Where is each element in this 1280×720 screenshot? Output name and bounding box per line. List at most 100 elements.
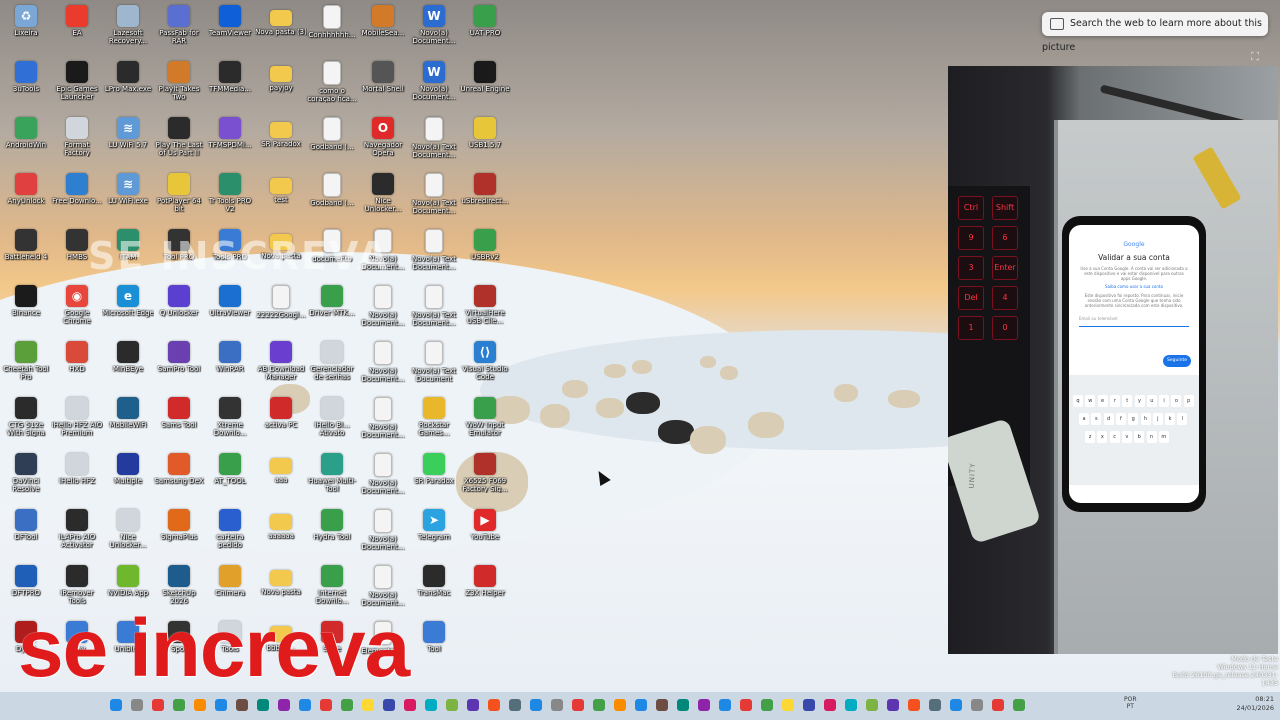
desktop-icon[interactable]: Play The Last of Us Part II — [153, 114, 205, 170]
desktop-icon[interactable]: PotPlayer 64 bit — [153, 170, 205, 226]
desktop-icon[interactable]: Nova pasta (3) — [255, 2, 307, 58]
taskbar-app-icon[interactable] — [1013, 699, 1025, 711]
desktop-icon[interactable]: test — [255, 170, 307, 226]
desktop-icon[interactable]: ⟨⟩ Visual Studio Code — [459, 338, 511, 394]
desktop-icon[interactable]: EA — [51, 2, 103, 58]
taskbar-app-icon[interactable] — [740, 699, 752, 711]
desktop-icon[interactable]: HXD — [51, 338, 103, 394]
desktop-icon[interactable]: Godband (... — [306, 170, 358, 226]
desktop-icon[interactable]: Binance — [0, 282, 52, 338]
desktop-icon[interactable]: Battlefield 4 — [0, 226, 52, 282]
desktop-icon[interactable]: Nice Unlocker... — [357, 170, 409, 226]
desktop-icon[interactable]: Nice Unlocker... — [102, 506, 154, 562]
desktop-icon[interactable]: Tool — [408, 618, 460, 674]
desktop-icon[interactable]: USBRv2 — [459, 226, 511, 282]
desktop-icon[interactable]: VirtualHere USB Clie... — [459, 282, 511, 338]
taskbar-app-icon[interactable] — [425, 699, 437, 711]
desktop-icon[interactable]: USB1.5.7 — [459, 114, 511, 170]
desktop-icon[interactable]: aaaaaa — [255, 506, 307, 562]
desktop-icon[interactable]: Hydra Tool — [306, 506, 358, 562]
taskbar-app-icon[interactable] — [362, 699, 374, 711]
desktop-icon[interactable]: AnyUnlock — [0, 170, 52, 226]
desktop-icon[interactable]: Lazesoft Recovery... — [102, 2, 154, 58]
taskbar-app-icon[interactable] — [278, 699, 290, 711]
taskbar-app-icon[interactable] — [929, 699, 941, 711]
taskbar-app-icon[interactable] — [698, 699, 710, 711]
taskbar-app-icon[interactable] — [236, 699, 248, 711]
desktop-icon[interactable]: MinBEye — [102, 338, 154, 394]
desktop-icon[interactable]: WinRAR — [204, 338, 256, 394]
desktop-icon[interactable]: UltraViewer — [204, 282, 256, 338]
desktop-icon[interactable]: Mortal Shell — [357, 58, 409, 114]
desktop-icon[interactable]: X6525 F069 Factory Sig... — [459, 450, 511, 506]
taskbar-app-icon[interactable] — [719, 699, 731, 711]
desktop-icon[interactable]: W Novo(a) Document... — [408, 58, 460, 114]
desktop-icon[interactable]: como o coração fica... — [306, 58, 358, 114]
taskbar-app-icon[interactable] — [215, 699, 227, 711]
desktop-icon[interactable]: PlayIt Takes Two — [153, 58, 205, 114]
desktop-icon[interactable]: 3uTools — [0, 58, 52, 114]
taskbar-app-icon[interactable] — [908, 699, 920, 711]
taskbar-app-icon[interactable] — [677, 699, 689, 711]
desktop-icon[interactable]: SigmaPlus — [153, 506, 205, 562]
desktop-icon[interactable]: Tr Tools PRO V2 — [204, 170, 256, 226]
desktop-icon[interactable]: Godband (... — [306, 114, 358, 170]
desktop-icon[interactable]: ♻ Lixeira — [0, 2, 52, 58]
desktop-icon[interactable]: Unreal Engine — [459, 58, 511, 114]
desktop-icon[interactable]: AT_TOOL — [204, 450, 256, 506]
taskbar-app-icon[interactable] — [194, 699, 206, 711]
taskbar-clock[interactable]: 08:21 24/01/2026 — [1226, 695, 1274, 713]
desktop-icon[interactable]: Novo(a) Text Document... — [408, 170, 460, 226]
desktop-icon[interactable]: DaVinci Resolve — [0, 450, 52, 506]
desktop-icon[interactable]: Huawei Multi-Tool — [306, 450, 358, 506]
desktop-icon[interactable]: ≋ LU WiFi.exe — [102, 170, 154, 226]
desktop-icon[interactable]: Novo(a) Text Document... — [408, 114, 460, 170]
desktop-icon[interactable]: CTG 512e With Signa — [0, 394, 52, 450]
taskbar-app-icon[interactable] — [572, 699, 584, 711]
desktop-icon[interactable]: Novo(a) Document... — [357, 450, 409, 506]
language-indicator[interactable]: POR PT — [1124, 696, 1137, 710]
desktop-icon[interactable]: iHello HFZ — [51, 450, 103, 506]
desktop-icon[interactable]: WoW Input Emulator — [459, 394, 511, 450]
taskbar-app-icon[interactable] — [383, 699, 395, 711]
desktop-icon[interactable]: ≋ LU WiFi 5.7 — [102, 114, 154, 170]
desktop-icon[interactable]: Q Unlocker — [153, 282, 205, 338]
desktop-icon[interactable]: O Navegador Opera — [357, 114, 409, 170]
taskbar-app-icon[interactable] — [593, 699, 605, 711]
desktop-icon[interactable]: iHello Bl... Ativato — [306, 394, 358, 450]
desktop-icon[interactable]: PassFab for RAR — [153, 2, 205, 58]
desktop-icon[interactable]: Epic Games Launcher — [51, 58, 103, 114]
taskbar-app-icon[interactable] — [635, 699, 647, 711]
taskbar-app-icon[interactable] — [761, 699, 773, 711]
taskbar-app-icon[interactable] — [971, 699, 983, 711]
taskbar-app-icon[interactable] — [404, 699, 416, 711]
desktop-icon[interactable]: Novo(a) Document... — [357, 506, 409, 562]
desktop-icon[interactable]: Novo(a) Document... — [357, 338, 409, 394]
desktop-icon[interactable]: AndroidWin — [0, 114, 52, 170]
taskbar-app-icon[interactable] — [551, 699, 563, 711]
taskbar-app-icon[interactable] — [257, 699, 269, 711]
desktop-icon[interactable]: Gerenciador de senhas — [306, 338, 358, 394]
desktop-icon[interactable]: ➤ Telegram — [408, 506, 460, 562]
desktop-icon[interactable]: SamPro Tool — [153, 338, 205, 394]
taskbar-app-icon[interactable] — [110, 699, 122, 711]
desktop-icon[interactable]: Novo(a) Document... — [357, 282, 409, 338]
taskbar-app-icon[interactable] — [152, 699, 164, 711]
taskbar-app-icon[interactable] — [656, 699, 668, 711]
taskbar-app-icon[interactable] — [488, 699, 500, 711]
desktop-icon[interactable]: SR Paradox — [255, 114, 307, 170]
desktop-icon[interactable]: uSbredirect... — [459, 170, 511, 226]
desktop-icon[interactable]: Free Downlo... — [51, 170, 103, 226]
taskbar-app-icon[interactable] — [992, 699, 1004, 711]
desktop-icon[interactable]: AB Download Manager — [255, 338, 307, 394]
desktop-icon[interactable]: MobileWiFi — [102, 394, 154, 450]
taskbar-app-icon[interactable] — [845, 699, 857, 711]
taskbar-app-icon[interactable] — [173, 699, 185, 711]
desktop-icon[interactable]: iLAPro AIO Activator — [51, 506, 103, 562]
taskbar-app-icon[interactable] — [950, 699, 962, 711]
desktop-icon[interactable]: Novo(a) Text Document... — [408, 226, 460, 282]
taskbar-app-icon[interactable] — [530, 699, 542, 711]
desktop-icon[interactable]: 22222Googl... — [255, 282, 307, 338]
taskbar-app-icon[interactable] — [509, 699, 521, 711]
desktop-icon[interactable]: LPro Max.exe — [102, 58, 154, 114]
